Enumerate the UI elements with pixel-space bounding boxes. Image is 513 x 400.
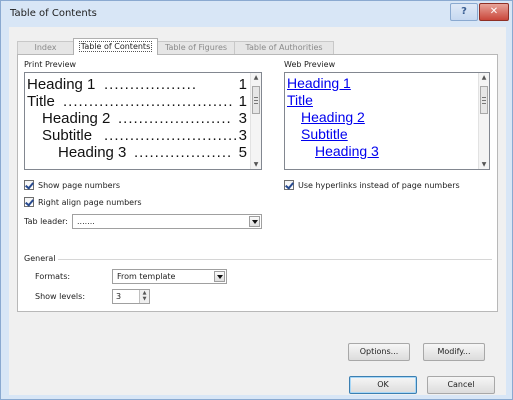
cancel-button[interactable]: Cancel [427, 376, 495, 394]
web-preview-box: Heading 1 Title Heading 2 Subtitle Headi… [284, 72, 490, 170]
general-divider [58, 259, 492, 260]
scroll-thumb[interactable] [480, 86, 488, 114]
print-entry-leader: .................. [104, 76, 198, 93]
tab-index[interactable]: Index [17, 41, 74, 55]
show-page-numbers-checkbox[interactable]: Show page numbers [24, 179, 120, 191]
scroll-up-arrow-icon[interactable]: ▲ [479, 73, 489, 82]
tab-index-label: Index [34, 43, 57, 52]
show-levels-spinner[interactable]: 3 ▲ ▼ [112, 289, 150, 304]
web-entry-link[interactable]: Subtitle [301, 126, 348, 142]
grip-line [254, 100, 258, 101]
checkbox-checked-icon[interactable] [24, 180, 34, 190]
checkbox-checked-icon[interactable] [24, 197, 34, 207]
tab-leader-label: Tab leader: [24, 217, 68, 226]
grip-line [254, 103, 258, 104]
tab-table-of-contents[interactable]: Table of Contents [73, 38, 158, 55]
print-entry-page: 5 [238, 144, 247, 161]
scroll-down-arrow-icon[interactable]: ▼ [251, 160, 261, 169]
ok-button[interactable]: OK [349, 376, 417, 394]
help-button[interactable]: ? [450, 3, 478, 21]
print-entry-leader: ...................... [118, 110, 232, 127]
formats-label: Formats: [35, 272, 71, 281]
print-preview-box: Heading 1 .................. 1 Title ...… [24, 72, 262, 170]
print-entry-text: Subtitle [42, 127, 93, 144]
print-entry-leader: .......................... [104, 127, 239, 144]
close-button[interactable]: ✕ [479, 3, 509, 21]
use-hyperlinks-label: Use hyperlinks instead of page numbers [298, 180, 460, 190]
print-preview-label: Print Preview [24, 60, 77, 69]
table-of-contents-dialog: Table of Contents ? ✕ Index Table of Con… [0, 0, 513, 400]
tab-leader-select[interactable]: ....... [72, 214, 262, 229]
tab-table-of-figures[interactable]: Table of Figures [157, 41, 235, 55]
dropdown-arrow-icon[interactable] [249, 216, 260, 227]
print-entry-page: 1 [238, 93, 247, 110]
print-entry-text: Heading 2 [42, 110, 111, 127]
print-preview-scrollbar[interactable]: ▲ ▼ [250, 73, 261, 169]
web-entry-link[interactable]: Title [287, 92, 313, 108]
dropdown-arrow-icon[interactable] [214, 271, 225, 282]
print-entry-page: 3 [238, 110, 247, 127]
print-entry-page: 3 [238, 127, 247, 144]
print-entry-text: Title [27, 93, 55, 110]
web-preview-label: Web Preview [284, 60, 336, 69]
grip-line [482, 103, 486, 104]
print-entry-text: Heading 3 [58, 144, 127, 161]
dialog-title: Table of Contents [10, 8, 97, 19]
grip-line [254, 97, 258, 98]
show-levels-label: Show levels: [35, 292, 86, 301]
spin-down-arrow-icon[interactable]: ▼ [139, 296, 149, 303]
tab-panel: Print Preview Heading 1 ................… [17, 54, 498, 312]
formats-select[interactable]: From template [112, 269, 227, 284]
tab-leader-value: ....... [77, 217, 95, 226]
show-levels-value: 3 [116, 292, 122, 301]
grip-line [482, 97, 486, 98]
scroll-up-arrow-icon[interactable]: ▲ [251, 73, 261, 82]
tab-table-of-figures-label: Table of Figures [164, 43, 228, 52]
scroll-down-arrow-icon[interactable]: ▼ [479, 160, 489, 169]
web-entry-link[interactable]: Heading 2 [301, 109, 365, 125]
tab-table-of-contents-label: Table of Contents [78, 41, 153, 52]
right-align-page-numbers-checkbox[interactable]: Right align page numbers [24, 196, 142, 208]
scroll-thumb[interactable] [252, 86, 260, 114]
web-entry-link[interactable]: Heading 1 [287, 75, 351, 91]
tab-table-of-authorities[interactable]: Table of Authorities [234, 41, 334, 55]
options-button[interactable]: Options... [348, 343, 410, 361]
show-page-numbers-label: Show page numbers [38, 180, 121, 190]
print-entry-leader: ................................. [63, 93, 234, 110]
title-bar[interactable]: Table of Contents ? ✕ [1, 1, 512, 27]
print-entry-text: Heading 1 [27, 76, 96, 93]
tab-table-of-authorities-label: Table of Authorities [245, 43, 323, 52]
grip-line [482, 100, 486, 101]
web-entry-link[interactable]: Heading 3 [315, 143, 379, 159]
formats-value: From template [117, 272, 176, 281]
checkbox-checked-icon[interactable] [284, 180, 294, 190]
dialog-body: Index Table of Contents Table of Figures… [9, 27, 506, 395]
right-align-page-numbers-label: Right align page numbers [38, 197, 142, 207]
web-preview-scrollbar[interactable]: ▲ ▼ [478, 73, 489, 169]
modify-button[interactable]: Modify... [423, 343, 485, 361]
general-section-label: General [24, 254, 56, 263]
use-hyperlinks-checkbox[interactable]: Use hyperlinks instead of page numbers [284, 179, 460, 191]
print-entry-leader: ................... [134, 144, 233, 161]
print-entry-page: 1 [238, 76, 247, 93]
